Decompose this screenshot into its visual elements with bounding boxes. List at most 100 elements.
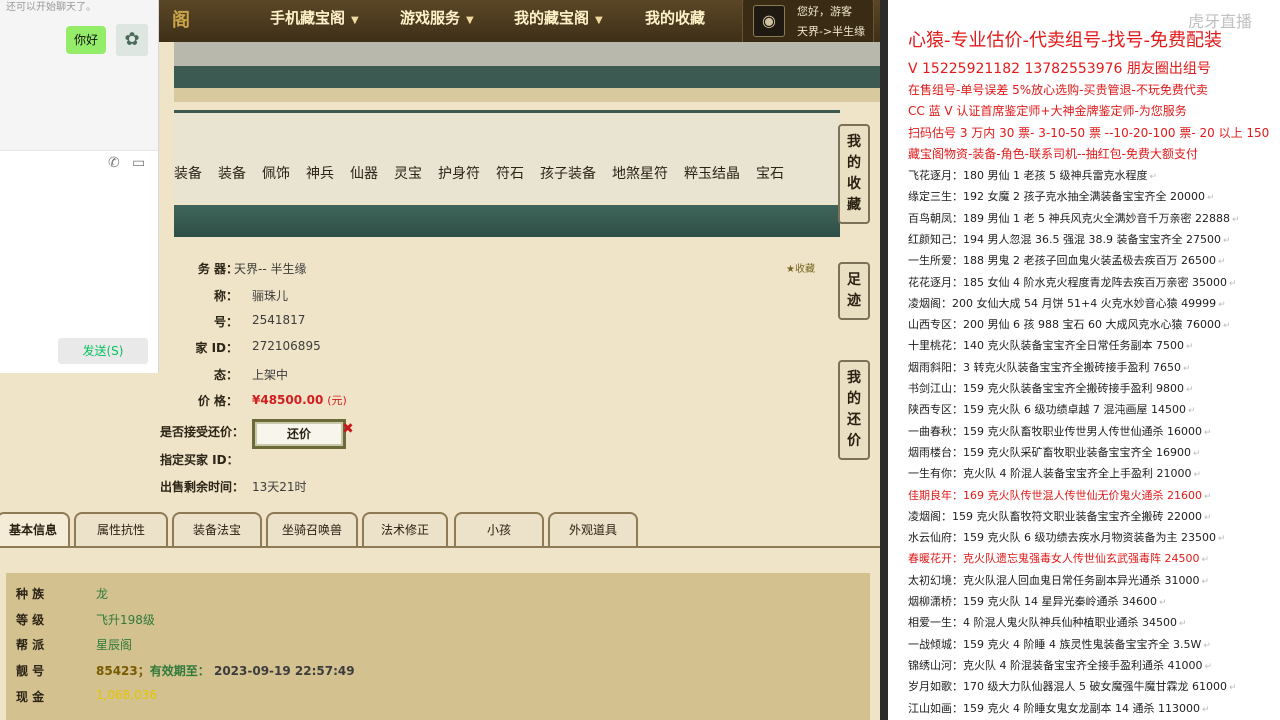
star-icon: ★ (786, 264, 795, 275)
listing-item: 飞花逐月：180 男仙 1 老孩 5 级神兵雷克水程度 ↵ (908, 169, 1158, 182)
phone-icon[interactable]: ✆ (108, 155, 120, 171)
return-mark-icon: ↵ (1203, 640, 1211, 651)
ad-panel: 虎牙直播 心猿-专业估价-代卖组号-找号-免费配装 V 15225921182 … (888, 0, 1280, 720)
nav-mobile-cbg[interactable]: 手机藏宝阁 ▼ (270, 0, 359, 36)
chevron-down-icon: ▼ (466, 15, 474, 26)
category-item[interactable]: 神兵 (306, 163, 334, 183)
category-item[interactable]: 宝石 (756, 163, 784, 183)
user-box: ◉ 您好，游客 天界->半生缘 (742, 0, 874, 46)
listing-item: 烟雨楼台：159 克火队采矿畜牧职业装备宝宝齐全 16900 ↵ (908, 445, 1201, 459)
category-item[interactable]: 装备 (174, 163, 202, 183)
return-mark-icon: ↵ (1217, 534, 1226, 545)
return-mark-icon: ↵ (1204, 661, 1213, 672)
tab-children[interactable]: 小孩 (454, 512, 544, 546)
return-mark-icon: ↵ (1206, 193, 1215, 204)
category-item[interactable]: 孩子装备 (540, 163, 596, 183)
return-mark-icon: ↵ (1178, 619, 1187, 630)
category-item[interactable]: 符石 (496, 163, 524, 183)
tab-appearance[interactable]: 外观道具 (548, 512, 638, 546)
category-item[interactable]: 地煞星符 (612, 163, 668, 183)
return-mark-icon: ↵ (1149, 172, 1158, 182)
listing-item: 烟柳潇桥：159 克火队 14 星异光秦岭通杀 34600 ↵ (908, 595, 1167, 608)
panel-headline: 心猿-专业估价-代卖组号-找号-免费配装 (908, 30, 1222, 51)
section-header-bar (174, 205, 840, 237)
listing-item: 太初幻境：克火队混人回血鬼日常任务副本异光通杀 31000 ↵ (908, 573, 1210, 587)
category-panel: 装备 装备 佩饰 神兵 仙器 灵宝 护身符 符石 孩子装备 地煞星符 粹玉结晶 宝石 (174, 110, 840, 203)
chat-window: 还可以开始聊天了。 你好 ✿ ✆ ▭ 发送(S) (0, 0, 159, 373)
listing-item: 相爱一生：4 阶混人鬼火队神兵仙种植职业通杀 34500 ↵ (908, 616, 1187, 630)
chat-input-area[interactable]: ✆ ▭ 发送(S) (0, 150, 158, 373)
listing-item: 江山如画：159 克火 4 阶睡女鬼女龙副本 14 通杀 113000 ↵ (908, 701, 1210, 715)
listing-item: 陕西专区：159 克火队 6 级功绩卓越 7 混沌画屋 14500 ↵ (908, 403, 1196, 417)
listing-item: 水云仙府：159 克火队 6 级功绩去疾水月物资装备为主 23500 ↵ (908, 531, 1226, 545)
listing-item: 锦绣山河：克火队 4 阶混装备宝宝齐全接手盈利通杀 41000 ↵ (908, 658, 1213, 672)
return-mark-icon: ↵ (1228, 278, 1237, 289)
category-item[interactable]: 护身符 (438, 163, 480, 183)
tab-attributes[interactable]: 属性抗性 (74, 512, 168, 546)
table-row: 帮 派星辰阁 (16, 638, 133, 652)
return-mark-icon: ↵ (1228, 683, 1237, 694)
return-mark-icon: ↵ (1201, 704, 1210, 715)
server-link[interactable]: 天界->半生缘 (797, 23, 865, 39)
listing-item: 山西专区：200 男仙 6 孩 988 宝石 60 大成风克水心猿 76000 ↵ (908, 318, 1231, 332)
return-mark-icon: ↵ (1203, 512, 1212, 523)
return-mark-icon: ↵ (1231, 214, 1240, 225)
listing-item: 一生所爱：188 男鬼 2 老孩子回血鬼火装孟极去疾百万 26500 ↵ (908, 254, 1226, 268)
nav-my-favorites[interactable]: 我的收藏 (645, 0, 705, 36)
contact-avatar[interactable]: ✿ (116, 24, 148, 56)
price-value: ¥48500.00 (252, 393, 324, 407)
promo-line: CC 蓝 V 认证首席鉴定师+大神金牌鉴定师-为您服务 (908, 104, 1187, 118)
category-item[interactable]: 佩饰 (262, 163, 290, 183)
return-mark-icon: ↵ (1158, 598, 1167, 608)
return-mark-icon: ↵ (1185, 385, 1194, 395)
return-mark-icon: ↵ (1222, 321, 1231, 332)
category-item[interactable]: 粹玉结晶 (684, 163, 740, 183)
category-item[interactable]: 仙器 (350, 163, 378, 183)
chat-message-bubble: 你好 (66, 26, 107, 54)
my-counter-offer-side-button[interactable]: 我的还价 (838, 360, 870, 460)
tab-basic-info[interactable]: 基本信息 (0, 512, 70, 546)
return-mark-icon: ↵ (1192, 448, 1201, 459)
listing-item: 一曲春秋：159 克火队畜牧职业传世男人传世仙通杀 16000 ↵ (908, 424, 1212, 438)
price-unit: (元) (327, 394, 347, 407)
listing-item: 一生有你：克火队 4 阶混人装备宝宝齐全上手盈利 21000 ↵ (908, 467, 1202, 481)
listing-item: 百鸟朝凤：189 男仙 1 老 5 神兵风克火全满妙音千万亲密 22888 ↵ (908, 211, 1240, 225)
tab-mounts-pets[interactable]: 坐骑召唤兽 (266, 512, 358, 546)
category-item[interactable]: 装备 (218, 163, 246, 183)
listing-item: 凌烟阁：200 女仙大成 54 月饼 51+4 火克水妙音心猿 49999 ↵ (908, 296, 1226, 310)
banner-strip (174, 42, 880, 66)
basic-info-table: 种 族龙 等 级飞升198级 帮 派星辰阁 靓 号 85423；有效期至： 202… (6, 573, 870, 720)
table-row: 种 族龙 (16, 587, 109, 601)
footprint-side-button[interactable]: 足迹 (838, 262, 870, 320)
banner-strip-gold (174, 88, 880, 102)
listing-item: 凌烟阁：159 克火队畜牧符文职业装备宝宝齐全搬砖 22000 ↵ (908, 509, 1212, 523)
return-mark-icon: ↵ (1218, 299, 1226, 310)
listing-item: 一战倾城：159 克火 4 阶睡 4 族灵性鬼装备宝宝齐全 3.5W ↵ (908, 637, 1211, 651)
return-mark-icon: ↵ (1203, 427, 1212, 438)
user-greeting: 您好，游客 (797, 5, 852, 18)
return-mark-icon: ↵ (1187, 406, 1196, 417)
nav-my-cbg[interactable]: 我的藏宝阁 ▼ (514, 0, 603, 36)
tab-divider (0, 546, 880, 548)
my-favorites-side-button[interactable]: 我的收藏 (838, 124, 870, 224)
listing-item: 烟雨斜阳：3 转克火队装备宝宝齐全搬砖接手盈利 7650 ↵ (908, 360, 1191, 374)
add-favorite-link[interactable]: ★收藏 (786, 260, 815, 275)
promo-line: 藏宝阁物资-装备-角色-联系司机--抽红包-免费大额支付 (908, 147, 1198, 161)
nav-game-service[interactable]: 游戏服务 ▼ (400, 0, 474, 36)
user-avatar-icon[interactable]: ◉ (753, 5, 785, 37)
brand-logo[interactable]: 阁 (172, 6, 190, 32)
category-bar: 装备 装备 佩饰 神兵 仙器 灵宝 护身符 符石 孩子装备 地煞星符 粹玉结晶 宝石 (174, 163, 800, 191)
promo-line: V 15225921182 13782553976 朋友圈出组号 (908, 61, 1211, 77)
counter-offer-button[interactable]: 还价 (252, 419, 346, 449)
chevron-down-icon: ▼ (595, 15, 603, 26)
send-button[interactable]: 发送(S) (58, 338, 148, 364)
tab-equipment[interactable]: 装备法宝 (172, 512, 262, 546)
tab-spell-correction[interactable]: 法术修正 (362, 512, 448, 546)
chevron-down-icon: ▼ (351, 15, 359, 26)
promo-line: 扫码估号 3 万内 30 票- 3-10-50 票 --10-20-100 票-… (908, 126, 1270, 140)
category-item[interactable]: 灵宝 (394, 163, 422, 183)
return-mark-icon: ↵ (1217, 257, 1226, 268)
video-call-icon[interactable]: ▭ (132, 155, 145, 171)
return-mark-icon: ↵ (1203, 491, 1212, 502)
close-icon: ✖ (342, 421, 354, 437)
